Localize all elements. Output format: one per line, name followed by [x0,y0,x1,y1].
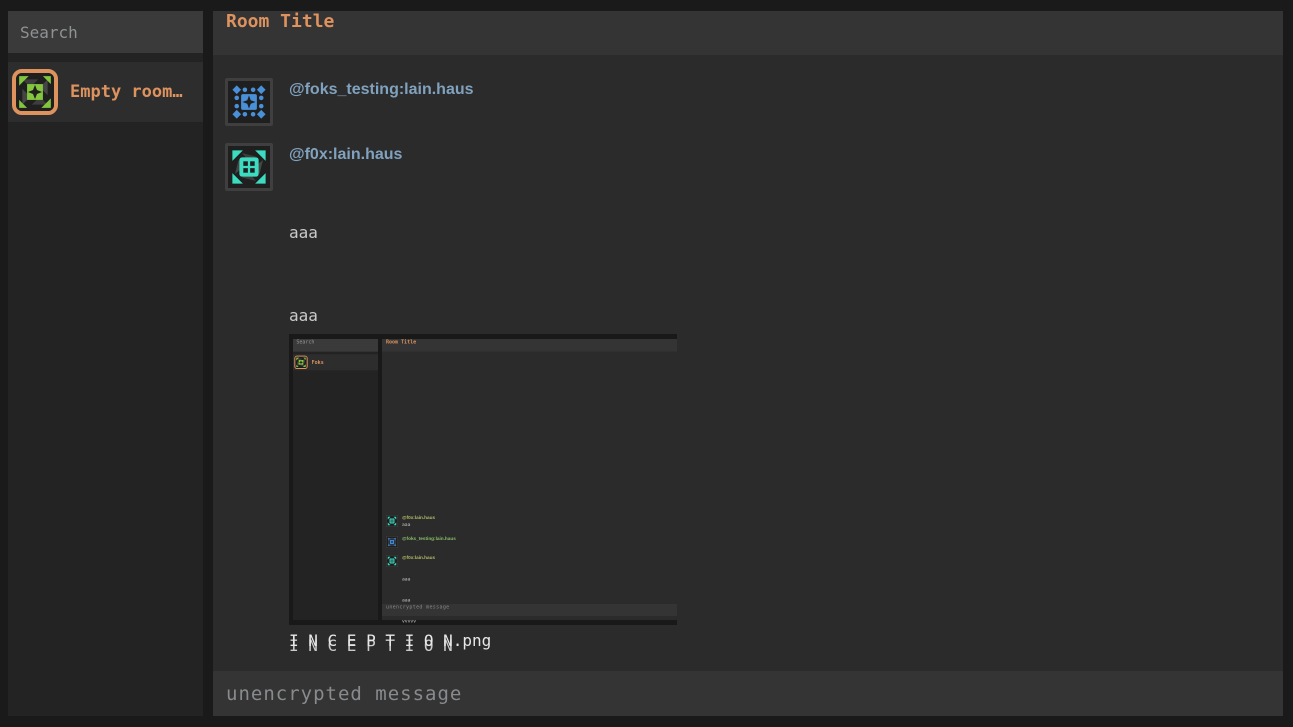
mini-search-input: Search [293,339,378,352]
search-input[interactable] [8,11,203,53]
mini-user-avatar-f0x-icon [386,515,398,527]
mini-message-line: aaa [402,522,410,527]
message-line: aaa [289,302,453,330]
mini-message-username: @f0x:lain.haus [402,555,435,560]
message-username[interactable]: @foks_testing:lain.haus [289,81,474,99]
mini-sidebar: Search [293,339,378,620]
sidebar: Empty room… [8,11,203,716]
room-header: Room Title [213,11,1283,55]
room-avatar-icon [12,69,58,115]
chat-panel: Room Title @foks_testing:lain.haus [213,11,1283,716]
user-avatar-foks-testing-icon[interactable] [225,78,273,126]
mini-message-username: @foks_testing:lain.haus [402,536,456,541]
mini-message-line: aaa [402,576,430,583]
mini-user-avatar-f0x-icon [386,555,398,567]
mini-chat-panel: Room Title @f0x:lain.haus [382,339,677,620]
mini-message-username: @f0x:lain.haus [402,515,435,520]
mini-message-line: aaa [402,597,430,604]
mini-message-input: unencrypted message [382,604,677,616]
room-name: Empty room… [70,82,183,102]
mini-user-avatar-foks-testing-icon [386,536,398,548]
mini-message-line: vvvvv [402,618,430,625]
mini-room-header: Room Title [382,339,677,352]
message-composer [213,671,1283,716]
message-image-attachment[interactable]: Search [289,334,677,625]
message-input[interactable] [213,671,1283,716]
message-username[interactable]: @f0x:lain.haus [289,146,402,164]
mini-room-avatar-icon [294,356,307,369]
mini-room-list-item: Foks [293,354,378,370]
room-title: Room Title [226,11,334,32]
mini-room-name: Foks [312,359,324,365]
inception-screenshot: Search [289,334,677,625]
attachment-filename[interactable]: I N C E P T I O N.png [289,631,491,650]
user-avatar-f0x-icon[interactable] [225,143,273,191]
message-line: aaa [289,219,453,247]
room-list-item[interactable]: Empty room… [8,62,203,122]
